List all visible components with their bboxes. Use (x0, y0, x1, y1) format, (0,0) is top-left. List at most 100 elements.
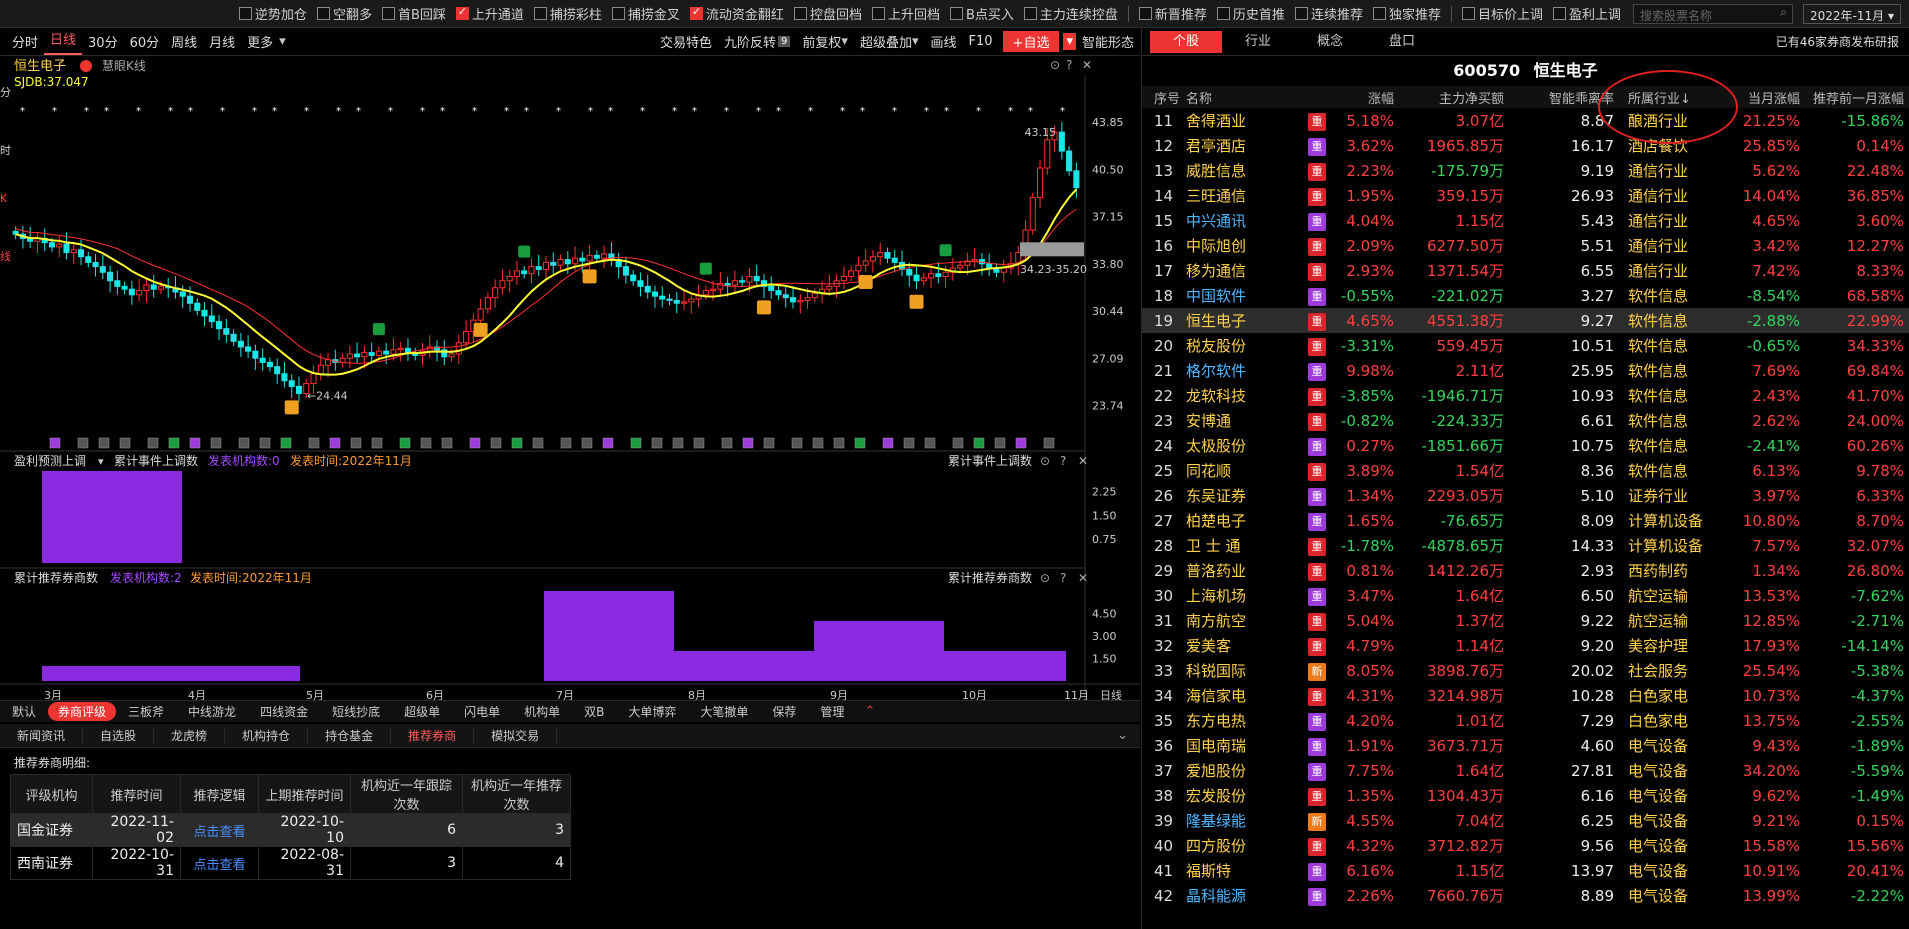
event-icon[interactable] (721, 437, 733, 449)
event-icon[interactable] (973, 437, 985, 449)
filter-checkbox[interactable]: 控盘回档 (793, 4, 862, 23)
stock-row[interactable]: 15 中兴通讯 重 4.04% 1.15亿 5.43 通信行业 4.65% 3.60% (1142, 208, 1909, 233)
filter-checkbox[interactable]: 主力连续控盘 (1023, 4, 1118, 23)
search-icon[interactable]: ⌕ (1780, 5, 1787, 20)
event-icon[interactable] (189, 437, 201, 449)
event-icon[interactable] (602, 437, 614, 449)
stock-row[interactable]: 39 隆基绿能 新 4.55% 7.04亿 6.25 电气设备 9.21% 0.15% (1142, 808, 1909, 833)
checkbox-icon[interactable] (949, 7, 963, 20)
event-icon[interactable] (924, 437, 936, 449)
period-tab[interactable]: 分时 (6, 32, 44, 51)
event-icon[interactable] (952, 437, 964, 449)
event-icon[interactable] (854, 437, 866, 449)
stock-row[interactable]: 27 柏楚电子 重 1.65% -76.65万 8.09 计算机设备 10.80% 8.70% (1142, 508, 1909, 533)
indicator-tab[interactable]: 超级单 (392, 703, 452, 720)
event-icon[interactable] (763, 437, 775, 449)
stock-name[interactable]: 爱旭股份 (1186, 758, 1286, 783)
stock-col-header[interactable]: 所属行业↓ (1620, 86, 1716, 108)
stock-row[interactable]: 36 国电南瑞 重 1.91% 3673.71万 4.60 电气设备 9.43% -1.89% (1142, 733, 1909, 758)
filter-checkbox[interactable]: 捕捞金叉 (611, 4, 680, 23)
event-icon[interactable] (308, 437, 320, 449)
stock-row[interactable]: 25 同花顺 重 3.89% 1.54亿 8.36 软件信息 6.13% 9.78% (1142, 458, 1909, 483)
event-icon[interactable] (581, 437, 593, 449)
event-icon[interactable] (49, 437, 61, 449)
stock-row[interactable]: 20 税友股份 重 -3.31% 559.45万 10.51 软件信息 -0.65% 34.33… (1142, 333, 1909, 358)
event-icon[interactable] (511, 437, 523, 449)
stock-name[interactable]: 海信家电 (1186, 683, 1286, 708)
stock-row[interactable]: 11 舍得酒业 重 5.18% 3.07亿 8.87 酿酒行业 21.25% -15.86% (1142, 108, 1909, 133)
stock-col-header[interactable]: 智能乖离率 (1510, 86, 1620, 108)
stock-name[interactable]: 卫 士 通 (1186, 533, 1286, 558)
stock-row[interactable]: 41 福斯特 重 6.16% 1.15亿 13.97 电气设备 10.91% 20.41% (1142, 858, 1909, 883)
close-icon[interactable]: ✕ (1082, 58, 1092, 72)
event-icon[interactable] (791, 437, 803, 449)
stock-name[interactable]: 福斯特 (1186, 858, 1286, 883)
filter-checkbox[interactable]: 连续推荐 (1294, 4, 1363, 23)
checkbox-icon[interactable] (689, 5, 703, 20)
kline-chart[interactable]: 恒生电子 慧眼K线 SJDB:37.047分时 K 线 ⊙? ✕ * * * * * * * * * * * * * *… (0, 56, 1140, 706)
right-tab[interactable]: 行业 (1222, 31, 1294, 53)
stock-name[interactable]: 东吴证券 (1186, 483, 1286, 508)
stock-name[interactable]: 税友股份 (1186, 333, 1286, 358)
broker-row[interactable]: 国金证券 2022-11-02 点击查看 2022-10-10 6 3 (10, 813, 571, 847)
stock-col-header[interactable]: 主力净买额 (1400, 86, 1510, 108)
chevron-down-icon[interactable]: ▾ (912, 34, 919, 49)
stock-name[interactable]: 威胜信息 (1186, 158, 1286, 183)
event-icon[interactable] (903, 437, 915, 449)
period-tab[interactable]: 60分 (124, 32, 166, 51)
stock-row[interactable]: 34 海信家电 重 4.31% 3214.98万 10.28 白色家电 10.73% -4.37… (1142, 683, 1909, 708)
stock-name[interactable]: 中际旭创 (1186, 233, 1286, 258)
stock-name[interactable]: 太极股份 (1186, 433, 1286, 458)
event-icon[interactable] (238, 437, 250, 449)
event-icon[interactable] (168, 437, 180, 449)
event-icon[interactable] (490, 437, 502, 449)
stock-row[interactable]: 13 威胜信息 重 2.23% -175.79万 9.19 通信行业 5.62% 22.48% (1142, 158, 1909, 183)
info-tab[interactable]: 机构持仓 (225, 727, 309, 744)
checkbox-icon[interactable] (793, 7, 807, 20)
indicator-tab[interactable]: 三板斧 (116, 703, 176, 720)
indicator-tab[interactable]: 保荐 (760, 703, 808, 720)
chevron-down-icon[interactable]: ▾ (1063, 33, 1076, 50)
stock-name[interactable]: 爱美客 (1186, 633, 1286, 658)
smart-pattern-button[interactable]: 智能形态 (1076, 32, 1140, 51)
info-tab[interactable]: 持仓基金 (308, 727, 392, 744)
stock-name[interactable]: 国电南瑞 (1186, 733, 1286, 758)
stock-row[interactable]: 32 爱美客 重 4.79% 1.14亿 9.20 美容护理 17.93% -14.14% (1142, 633, 1909, 658)
stock-name[interactable]: 安博通 (1186, 408, 1286, 433)
checkbox-icon[interactable] (1294, 7, 1308, 20)
chart-tool-button[interactable]: 超级叠加 (854, 32, 918, 51)
stock-row[interactable]: 14 三旺通信 重 1.95% 359.15万 26.93 通信行业 14.04% 36.85% (1142, 183, 1909, 208)
stock-name[interactable]: 中国软件 (1186, 283, 1286, 308)
event-icon[interactable] (994, 437, 1006, 449)
stock-col-header[interactable]: 序号 (1142, 86, 1186, 108)
indicator-tab[interactable]: 中线游龙 (176, 703, 248, 720)
chart-tool-button[interactable]: F10 (963, 34, 999, 49)
stock-name[interactable]: 同花顺 (1186, 458, 1286, 483)
chevron-down-icon[interactable]: ▾ (98, 455, 104, 468)
event-icon[interactable] (532, 437, 544, 449)
filter-checkbox[interactable]: 上升通道 (455, 4, 524, 23)
stock-name[interactable]: 隆基绿能 (1186, 808, 1286, 833)
event-icon[interactable] (98, 437, 110, 449)
stock-col-header[interactable]: 推荐前一月涨幅 (1806, 86, 1909, 108)
stock-row[interactable]: 30 上海机场 重 3.47% 1.64亿 6.50 航空运输 13.53% -7.62% (1142, 583, 1909, 608)
stock-row[interactable]: 24 太极股份 重 0.27% -1851.66万 10.75 软件信息 -2.41% 60.2… (1142, 433, 1909, 458)
side-label[interactable]: 线 (0, 249, 11, 263)
help-icon[interactable]: ? (1060, 571, 1066, 585)
indicator-tab[interactable]: 默认 (0, 703, 48, 720)
chevron-down-icon[interactable]: ▾ (279, 34, 286, 49)
checkbox-icon[interactable] (455, 5, 469, 20)
help-icon[interactable]: ? (1060, 454, 1066, 468)
stock-name[interactable]: 南方航空 (1186, 608, 1286, 633)
help-icon[interactable]: ? (1066, 58, 1072, 72)
stock-name[interactable]: 三旺通信 (1186, 183, 1286, 208)
stock-row[interactable]: 16 中际旭创 重 2.09% 6277.50万 5.51 通信行业 3.42% 12.27% (1142, 233, 1909, 258)
filter-checkbox[interactable]: 首B回踩 (381, 4, 446, 23)
side-label[interactable]: 时 (0, 144, 11, 157)
chart-tool-button[interactable]: 交易特色 (654, 32, 718, 51)
stock-row[interactable]: 31 南方航空 重 5.04% 1.37亿 9.22 航空运输 12.85% -2.71% (1142, 608, 1909, 633)
stock-name[interactable]: 科锐国际 (1186, 658, 1286, 683)
event-icon[interactable] (742, 437, 754, 449)
stock-row[interactable]: 38 宏发股份 重 1.35% 1304.43万 6.16 电气设备 9.62% -1.49% (1142, 783, 1909, 808)
side-label[interactable]: K (0, 192, 8, 205)
